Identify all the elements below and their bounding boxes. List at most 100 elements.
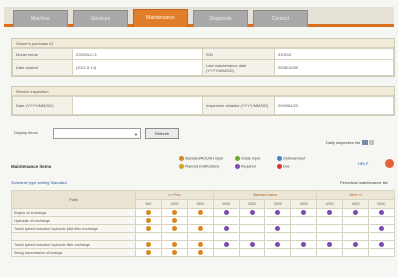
schedule-cell[interactable] xyxy=(160,224,188,233)
purple-status-marker xyxy=(327,241,333,247)
model-name-value: ZX200LC-3 xyxy=(72,48,203,60)
schedule-cell xyxy=(160,232,188,241)
schedule-cell xyxy=(264,216,292,225)
schedule-cell[interactable] xyxy=(238,208,266,217)
refresh-button[interactable]: Refresh xyxy=(145,128,179,139)
display-items-label: Display items xyxy=(14,130,38,135)
tab-machine[interactable]: Machine xyxy=(13,10,68,27)
help-icon[interactable] xyxy=(385,159,394,168)
schedule-cell[interactable] xyxy=(342,240,370,249)
help-link[interactable]: HELP xyxy=(358,161,368,166)
orange-status-marker xyxy=(171,209,177,215)
schedule-cell[interactable] xyxy=(342,208,370,217)
schedule-cell[interactable] xyxy=(264,208,292,217)
schedule-cell[interactable] xyxy=(135,208,162,217)
date-started-label: Date started xyxy=(12,59,73,76)
part-name xyxy=(11,232,136,241)
schedule-cell[interactable] xyxy=(264,224,292,233)
table-row: Engine oil exchange xyxy=(11,208,395,217)
hours-column-header: 3500 xyxy=(290,199,318,209)
schedule-cell[interactable] xyxy=(135,224,162,233)
schedule-cell[interactable] xyxy=(160,208,188,217)
tab-contact[interactable]: Contact xyxy=(253,10,308,27)
schedule-cell[interactable] xyxy=(368,208,395,217)
purple-status-marker xyxy=(301,241,307,247)
orange-status-marker xyxy=(145,249,151,255)
orange-status-marker xyxy=(145,209,151,215)
purple-status-marker xyxy=(327,209,333,215)
hours-column-header: 1000 xyxy=(160,199,188,209)
schedule-cell xyxy=(186,216,214,225)
schedule-cell[interactable] xyxy=(368,224,395,233)
schedule-cell[interactable] xyxy=(186,208,214,217)
schedule-cell[interactable] xyxy=(135,240,162,249)
purple-status-marker xyxy=(379,209,384,215)
schedule-cell xyxy=(264,232,292,241)
hours-column-header: 4000 xyxy=(316,199,344,209)
orange-status-marker xyxy=(145,217,151,223)
schedule-cell[interactable] xyxy=(316,208,344,217)
schedule-cell xyxy=(238,216,266,225)
schedule-cell[interactable] xyxy=(135,248,162,257)
schedule-cell[interactable] xyxy=(160,240,188,249)
date-started-value: (2011.9.14) xyxy=(72,59,203,76)
service-date-label: Date (YYYY/MM/DD) xyxy=(12,96,73,115)
orange-status-marker xyxy=(171,241,177,247)
next-header[interactable]: Next >> xyxy=(316,190,395,200)
purple-status-marker xyxy=(249,241,255,247)
schedule-cell xyxy=(290,232,318,241)
schedule-cell[interactable] xyxy=(290,208,318,217)
purple-status-marker xyxy=(275,241,281,247)
display-items-select[interactable]: ▼ xyxy=(53,128,141,139)
legend-item: Planned (notification) xyxy=(179,164,219,169)
orange-status-marker xyxy=(171,225,177,231)
maintenance-title: Maintenance items xyxy=(11,164,52,169)
schedule-cell xyxy=(212,248,240,257)
orange-status-marker xyxy=(197,249,203,255)
purple-status-marker xyxy=(223,241,229,247)
prev-header[interactable]: << Prev xyxy=(135,190,214,200)
hours-column-header: 5000 xyxy=(368,199,395,209)
schedule-cell[interactable] xyxy=(264,240,292,249)
service-section: Service inspection Date (YYYY/MM/DD) Ins… xyxy=(11,86,395,116)
schedule-cell[interactable] xyxy=(160,216,188,225)
schedule-cell[interactable] xyxy=(135,216,162,225)
schedule-cell xyxy=(290,216,318,225)
schedule-cell[interactable] xyxy=(238,240,266,249)
legend-dot xyxy=(235,164,240,169)
schedule-cell[interactable] xyxy=(316,240,344,249)
schedule-cell[interactable] xyxy=(212,208,240,217)
schedule-cell[interactable] xyxy=(212,224,240,233)
tab-maintenance[interactable]: Maintenance xyxy=(133,9,188,27)
tab-diagnosis[interactable]: Diagnosis xyxy=(193,10,248,27)
schedule-cell[interactable] xyxy=(212,240,240,249)
daily-inspection-link[interactable]: Daily inspection list xyxy=(326,140,375,146)
periodic-maintenance-link[interactable]: Periodical maintenance list xyxy=(340,180,388,185)
tab-services[interactable]: Services xyxy=(73,10,128,27)
orange-status-marker xyxy=(145,241,151,247)
schedule-cell[interactable] xyxy=(186,224,214,233)
purple-status-marker xyxy=(275,225,281,231)
schedule-cell[interactable] xyxy=(186,240,214,249)
schedule-cell xyxy=(316,232,344,241)
schedule-cell xyxy=(238,248,266,257)
hours-column-header: 500 xyxy=(135,199,162,209)
purple-status-marker xyxy=(353,209,359,215)
legend-item: Required xyxy=(235,164,256,169)
schedule-cell[interactable] xyxy=(290,240,318,249)
schedule-cell xyxy=(290,248,318,257)
orange-status-marker xyxy=(197,225,203,231)
purple-status-marker xyxy=(223,225,229,231)
orange-status-marker xyxy=(171,217,177,223)
daily-inspection-label: Daily inspection list xyxy=(326,140,361,145)
schedule-cell[interactable] xyxy=(160,248,188,257)
schedule-type-link[interactable]: Schedule type setting Standard xyxy=(11,180,67,185)
service-section-header: Service inspection xyxy=(12,87,394,96)
hours-column-header: 2500 xyxy=(238,199,266,209)
legend-item: Due xyxy=(277,164,290,169)
schedule-cell[interactable] xyxy=(368,240,395,249)
schedule-cell xyxy=(368,248,395,257)
orange-status-marker xyxy=(145,225,151,231)
schedule-cell[interactable] xyxy=(186,248,214,257)
list-icon xyxy=(362,140,369,146)
